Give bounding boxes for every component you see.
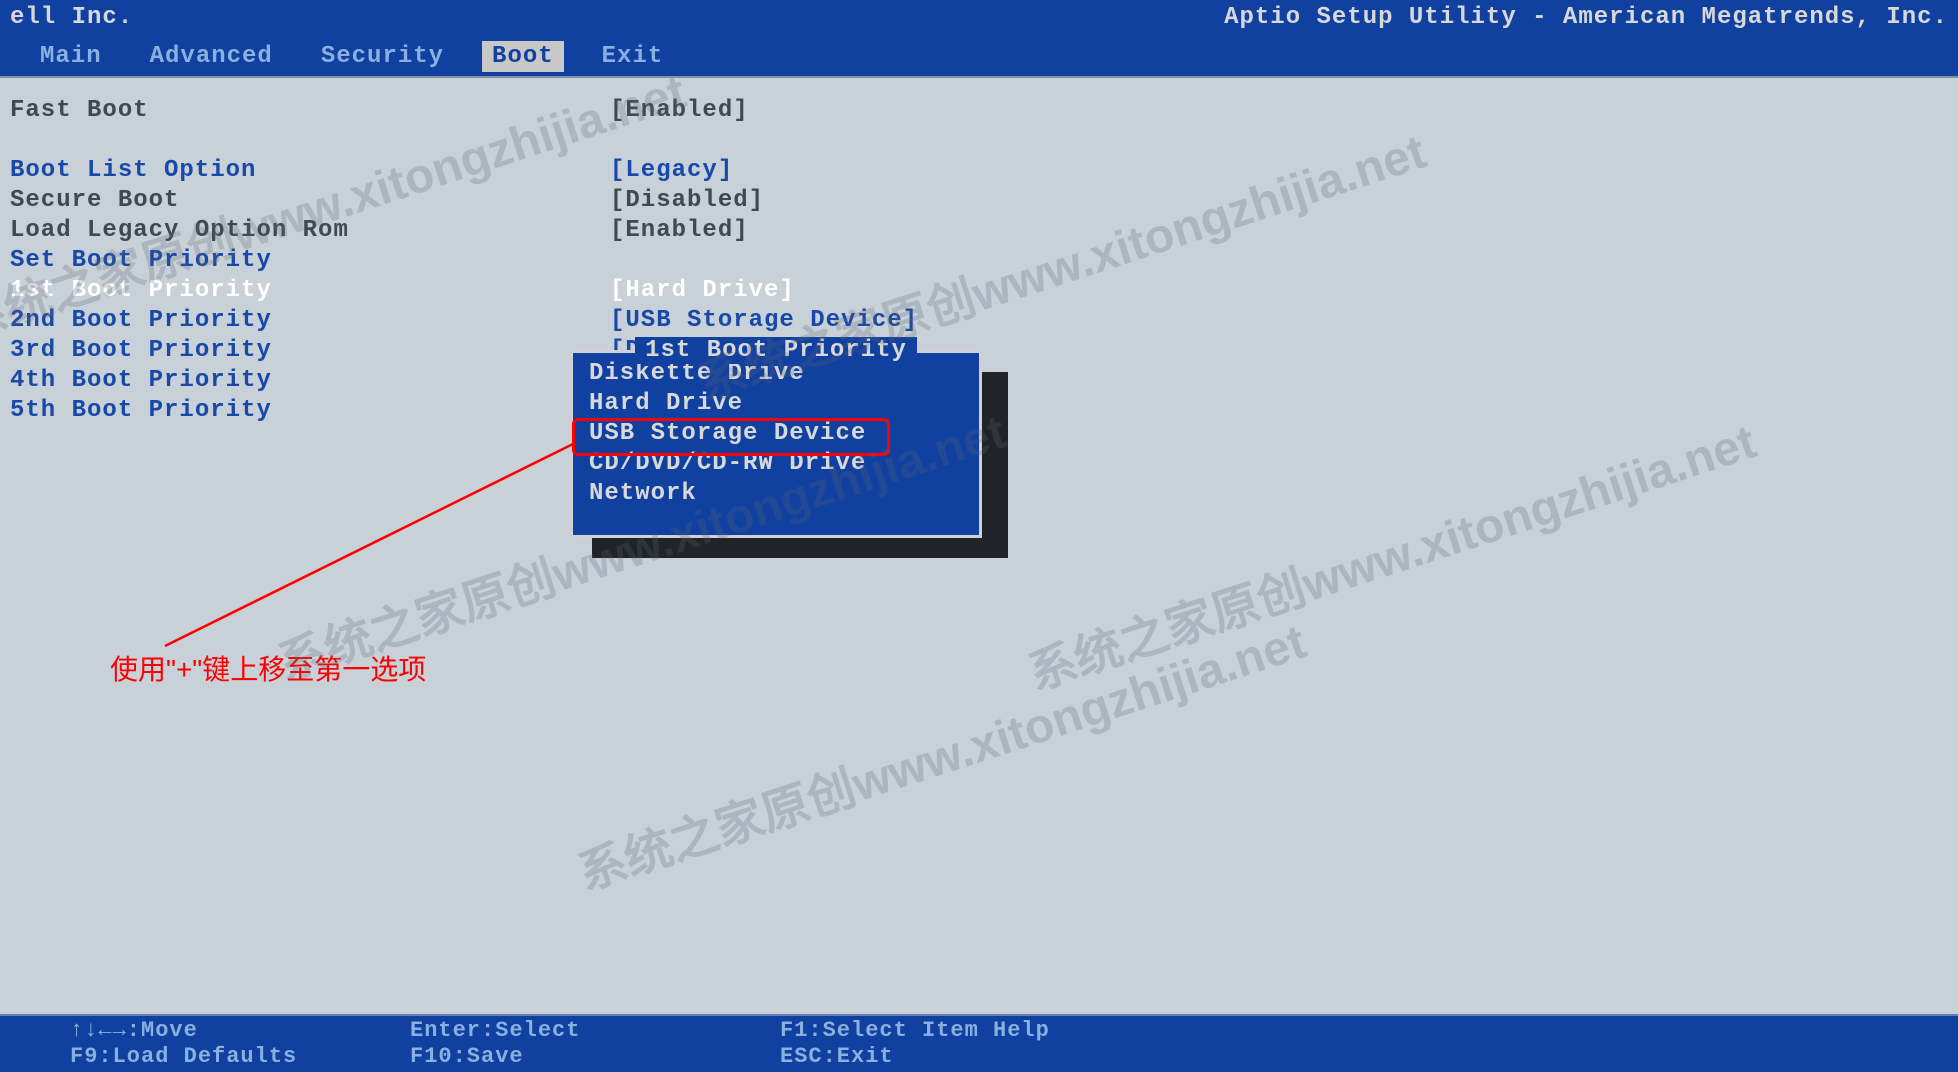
setting-label: Secure Boot <box>10 186 610 216</box>
setting-label: Set Boot Priority <box>10 246 610 276</box>
footer-hint-exit: ESC:Exit <box>780 1044 894 1070</box>
popup-option-network[interactable]: Network <box>585 479 967 509</box>
setting-value: [USB Storage Device] <box>610 306 918 336</box>
blank-row <box>10 126 1948 156</box>
setting-1st-boot-priority[interactable]: 1st Boot Priority [Hard Drive] <box>10 276 1948 306</box>
bios-screen: ell Inc. Aptio Setup Utility - American … <box>0 0 1958 1072</box>
popup-title: 1st Boot Priority <box>635 337 917 364</box>
tab-security[interactable]: Security <box>311 41 454 72</box>
footer-hint-select: Enter:Select <box>410 1018 780 1044</box>
setting-label: 2nd Boot Priority <box>10 306 610 336</box>
tab-boot[interactable]: Boot <box>482 41 564 72</box>
popup-option-cd-dvd-drive[interactable]: CD/DVD/CD-RW Drive <box>585 449 967 479</box>
setting-value: [Enabled] <box>610 216 749 246</box>
setting-value: [Legacy] <box>610 156 733 186</box>
setting-value: [Hard Drive] <box>610 276 795 306</box>
footer-hint-help: F1:Select Item Help <box>780 1018 1050 1044</box>
setting-set-boot-priority[interactable]: Set Boot Priority <box>10 246 1948 276</box>
watermark: 系统之家原创www.xitongzhijia.net <box>1018 402 1763 704</box>
menu-bar: Main Advanced Security Boot Exit <box>0 36 1958 76</box>
tab-main[interactable]: Main <box>30 41 112 72</box>
utility-title: Aptio Setup Utility - American Megatrend… <box>1224 2 1948 34</box>
popup-option-hard-drive[interactable]: Hard Drive <box>585 389 967 419</box>
setting-load-legacy-option-rom[interactable]: Load Legacy Option Rom [Enabled] <box>10 216 1948 246</box>
setting-label: Fast Boot <box>10 96 610 126</box>
setting-label: 4th Boot Priority <box>10 366 610 396</box>
setting-boot-list-option[interactable]: Boot List Option [Legacy] <box>10 156 1948 186</box>
setting-label: 5th Boot Priority <box>10 396 610 426</box>
setting-secure-boot[interactable]: Secure Boot [Disabled] <box>10 186 1948 216</box>
footer-help-bar: ↑↓←→:Move Enter:Select F1:Select Item He… <box>0 1014 1958 1072</box>
footer-hint-save: F10:Save <box>410 1044 780 1070</box>
tab-exit[interactable]: Exit <box>592 41 674 72</box>
vendor-text: ell Inc. <box>10 2 133 34</box>
tab-advanced[interactable]: Advanced <box>140 41 283 72</box>
setting-fast-boot[interactable]: Fast Boot [Enabled] <box>10 96 1948 126</box>
boot-priority-popup: 1st Boot Priority Diskette Drive Hard Dr… <box>570 350 982 538</box>
main-settings-area: Fast Boot [Enabled] Boot List Option [Le… <box>0 76 1958 1014</box>
setting-label: 1st Boot Priority <box>10 276 610 306</box>
setting-label: Boot List Option <box>10 156 610 186</box>
setting-label: Load Legacy Option Rom <box>10 216 610 246</box>
setting-2nd-boot-priority[interactable]: 2nd Boot Priority [USB Storage Device] <box>10 306 1948 336</box>
footer-hint-defaults: F9:Load Defaults <box>70 1044 410 1070</box>
setting-label: 3rd Boot Priority <box>10 336 610 366</box>
annotation-caption: 使用"+"键上移至第一选项 <box>110 648 426 688</box>
footer-hint-move: ↑↓←→:Move <box>70 1018 410 1044</box>
watermark: 系统之家原创www.xitongzhijia.net <box>568 602 1313 904</box>
popup-option-usb-storage-device[interactable]: USB Storage Device <box>585 419 967 449</box>
header-bar: ell Inc. Aptio Setup Utility - American … <box>0 0 1958 36</box>
setting-value: [Enabled] <box>610 96 749 126</box>
setting-value: [Disabled] <box>610 186 764 216</box>
